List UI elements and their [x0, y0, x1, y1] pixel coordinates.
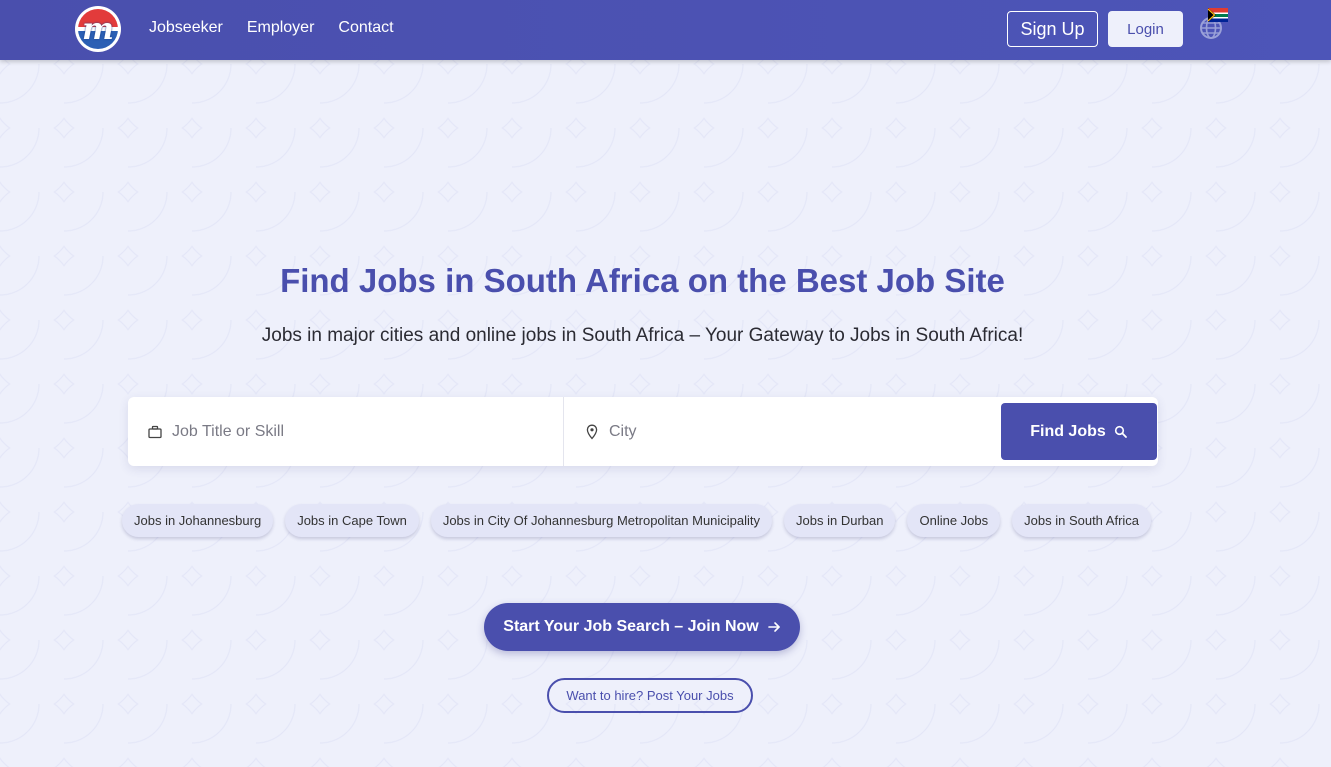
- city-field: [565, 397, 1001, 466]
- top-navbar: m Jobseeker Employer Contact Sign Up Log…: [0, 0, 1331, 60]
- page-subtitle: Jobs in major cities and online jobs in …: [261, 325, 1024, 346]
- main-nav: Jobseeker Employer Contact: [149, 19, 394, 37]
- find-jobs-button[interactable]: Find Jobs: [1001, 403, 1157, 460]
- nav-link-contact[interactable]: Contact: [338, 19, 393, 37]
- briefcase-icon: [148, 425, 162, 438]
- location-pin-icon: [586, 424, 598, 440]
- arrow-right-icon: [767, 622, 780, 632]
- tag-jobs-johannesburg[interactable]: Jobs in Johannesburg: [122, 504, 274, 537]
- signup-button[interactable]: Sign Up: [1007, 11, 1098, 47]
- tag-jobs-south-africa[interactable]: Jobs in South Africa: [1012, 504, 1152, 537]
- tag-jobs-durban[interactable]: Jobs in Durban: [784, 504, 896, 537]
- language-globe-icon[interactable]: [1198, 6, 1230, 42]
- post-jobs-button[interactable]: Want to hire? Post Your Jobs: [547, 678, 753, 713]
- join-now-button[interactable]: Start Your Job Search – Join Now: [484, 603, 800, 651]
- tag-jobs-cape-town[interactable]: Jobs in Cape Town: [285, 504, 419, 537]
- logo-mark: m: [78, 9, 118, 49]
- job-title-input[interactable]: [172, 422, 532, 441]
- city-input[interactable]: [609, 422, 969, 441]
- job-search-form: Find Jobs: [128, 397, 1158, 466]
- nav-link-employer[interactable]: Employer: [247, 19, 315, 37]
- tag-online-jobs[interactable]: Online Jobs: [907, 504, 1001, 537]
- tag-jobs-city-of-johannesburg[interactable]: Jobs in City Of Johannesburg Metropolita…: [430, 504, 773, 537]
- site-logo[interactable]: m: [75, 6, 121, 52]
- page-title: Find Jobs in South Africa on the Best Jo…: [280, 262, 1005, 299]
- south-africa-flag-icon: [1207, 8, 1228, 22]
- join-now-label: Start Your Job Search – Join Now: [503, 618, 759, 635]
- popular-searches: Jobs in Johannesburg Jobs in Cape Town J…: [122, 504, 1152, 537]
- find-jobs-label: Find Jobs: [1030, 422, 1106, 440]
- job-title-field: [128, 397, 564, 466]
- search-icon: [1114, 425, 1127, 438]
- login-button[interactable]: Login: [1108, 11, 1183, 47]
- nav-link-jobseeker[interactable]: Jobseeker: [149, 19, 223, 37]
